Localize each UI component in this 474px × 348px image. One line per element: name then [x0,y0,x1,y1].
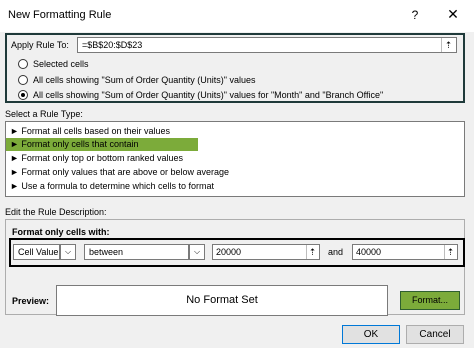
radio-all-cells-values[interactable]: All cells showing "Sum of Order Quantity… [18,74,255,86]
format-only-cells-with-label: Format only cells with: [12,227,110,237]
cell-value-dropdown[interactable]: Cell Value [13,244,60,260]
close-button[interactable]: ✕ [444,4,462,24]
radio-label: Selected cells [33,59,89,69]
apply-rule-label: Apply Rule To: [11,40,69,50]
max-value-range-button[interactable]: ⇡ [444,245,456,259]
radio-icon[interactable] [18,75,28,85]
help-button[interactable]: ? [408,6,422,24]
radio-label: All cells showing "Sum of Order Quantity… [33,90,384,100]
apply-rule-range-button[interactable]: ⇡ [441,38,455,52]
dialog-title: New Formatting Rule [8,9,112,21]
radio-checked-icon[interactable] [18,90,28,100]
and-label: and [328,247,344,257]
cancel-button[interactable]: Cancel [406,325,464,344]
radio-icon[interactable] [18,59,28,69]
chevron-down-icon[interactable]: ⌵ [189,244,205,260]
radio-selected-cells[interactable]: Selected cells [18,58,89,70]
radio-label: All cells showing "Sum of Order Quantity… [33,75,256,85]
rule-description-label: Edit the Rule Description: [5,207,107,217]
format-button[interactable]: Format... [400,291,460,310]
max-value-input[interactable]: 40000 [352,244,458,260]
apply-rule-input[interactable]: =$B$20:$D$23 [77,37,457,53]
min-value-range-button[interactable]: ⇡ [306,245,318,259]
chevron-down-icon[interactable]: ⌵ [60,244,76,260]
rule-type-list[interactable]: ► Format all cells based on their values… [5,121,465,197]
rule-type-item-selected[interactable]: ► Format only cells that contain [6,138,198,151]
rule-type-item[interactable]: ► Format only values that are above or b… [6,166,462,179]
preview-label: Preview: [12,296,50,306]
rule-type-item[interactable]: ► Use a formula to determine which cells… [6,180,462,193]
min-value-input[interactable]: 20000 [212,244,320,260]
rule-type-label: Select a Rule Type: [5,109,83,119]
radio-all-cells-month-branch[interactable]: All cells showing "Sum of Order Quantity… [18,89,383,101]
preview-box: No Format Set [56,285,388,316]
rule-type-item[interactable]: ► Format all cells based on their values [6,125,462,138]
operator-dropdown[interactable]: between [84,244,189,260]
rule-type-item[interactable]: ► Format only top or bottom ranked value… [6,152,462,165]
ok-button[interactable]: OK [342,325,400,344]
